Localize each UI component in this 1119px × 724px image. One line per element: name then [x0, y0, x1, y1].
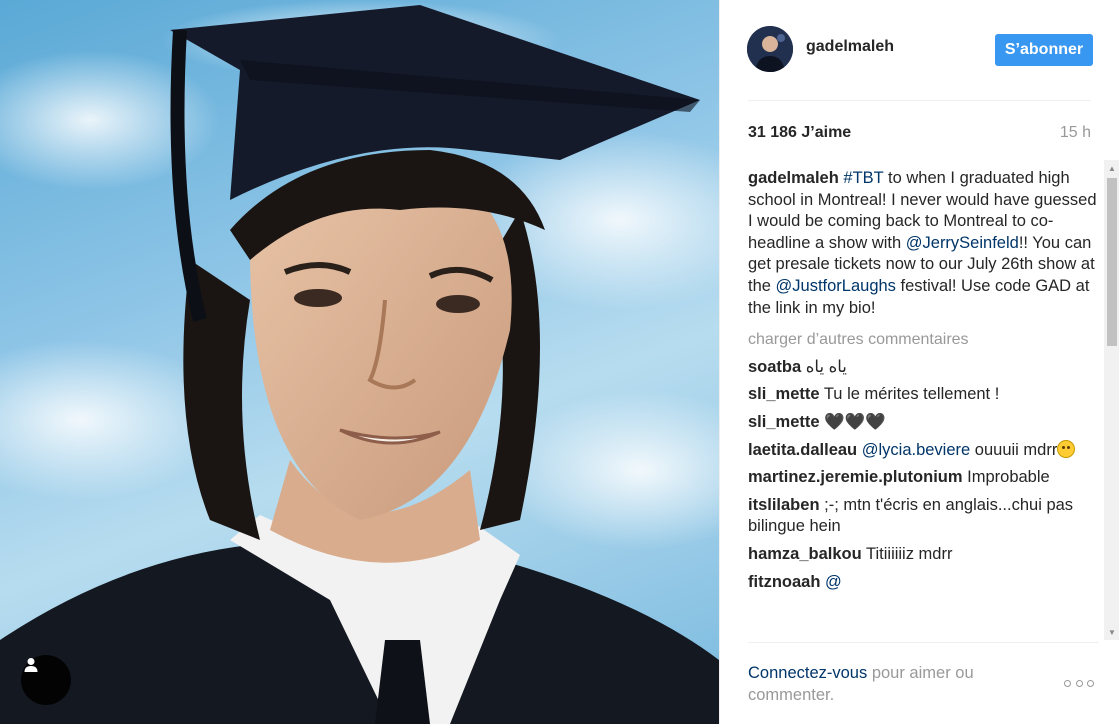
- comment-item: soatba ياه ياه: [748, 357, 1100, 379]
- likes-count[interactable]: 31 186 J’aime: [748, 124, 851, 142]
- comment-text: ouuuii mdrr: [970, 440, 1058, 459]
- scrollbar-thumb[interactable]: [1107, 178, 1117, 346]
- person-icon: [24, 658, 38, 672]
- comment-author[interactable]: laetita.dalleau: [748, 441, 857, 459]
- ellipsis-icon: [1087, 679, 1094, 687]
- comment-author[interactable]: hamza_balkou: [748, 545, 862, 563]
- comment-text: Improbable: [967, 468, 1050, 487]
- comment-author[interactable]: martinez.jeremie.plutonium: [748, 468, 963, 486]
- username[interactable]: gadelmaleh: [806, 38, 894, 56]
- comments-scrollbar[interactable]: ▲ ▼: [1104, 160, 1119, 640]
- profile-photo-icon: [747, 26, 793, 72]
- comment-author[interactable]: itslilaben: [748, 496, 820, 514]
- post-sidebar: gadelmaleh S’abonner 31 186 J’aime 15 h …: [719, 0, 1119, 724]
- more-options-button[interactable]: [1064, 674, 1094, 692]
- mention-link[interactable]: @JustforLaughs: [776, 277, 896, 295]
- login-prompt: Connectez-vous pour aimer ou commenter.: [748, 662, 1028, 706]
- comment-author[interactable]: soatba: [748, 358, 801, 376]
- post-timestamp[interactable]: 15 h: [1060, 124, 1091, 142]
- tagged-users-button[interactable]: [21, 655, 71, 705]
- comment-item: sli_mette 🖤🖤🖤: [748, 412, 1100, 434]
- comment-item: laetita.dalleau @lycia.beviere ouuuii md…: [748, 439, 1100, 462]
- login-link[interactable]: Connectez-vous: [748, 664, 867, 682]
- caption-author[interactable]: gadelmaleh: [748, 169, 839, 187]
- comment-author[interactable]: sli_mette: [748, 413, 820, 431]
- divider: [748, 100, 1091, 101]
- post-photo[interactable]: [0, 0, 719, 724]
- divider: [748, 642, 1099, 643]
- comment-author[interactable]: sli_mette: [748, 385, 820, 403]
- follow-button[interactable]: S’abonner: [995, 34, 1093, 66]
- comment-item: fitznoaah @: [748, 572, 1100, 594]
- ellipsis-icon: [1064, 679, 1071, 687]
- hashtag-link[interactable]: #TBT: [843, 169, 883, 187]
- comment-text: Titiiiiiiz mdrr: [866, 544, 953, 563]
- graduation-portrait-image: [0, 0, 719, 724]
- comment-text: 🖤🖤🖤: [824, 412, 886, 431]
- comments-list: gadelmaleh #TBT to when I graduated high…: [748, 168, 1100, 640]
- scroll-up-icon[interactable]: ▲: [1104, 160, 1119, 176]
- mention-link[interactable]: @lycia.beviere: [862, 441, 970, 459]
- load-more-comments-link[interactable]: charger d’autres commentaires: [748, 329, 1100, 351]
- scroll-down-icon[interactable]: ▼: [1104, 624, 1119, 640]
- comment-item: itslilaben ;-; mtn t'écris en anglais...…: [748, 495, 1100, 538]
- post-header: gadelmaleh S’abonner: [720, 0, 1119, 100]
- comment-text: @: [825, 572, 842, 591]
- comment-item: martinez.jeremie.plutonium Improbable: [748, 467, 1100, 489]
- mention-link[interactable]: @JerrySeinfeld: [906, 234, 1019, 252]
- post-caption: gadelmaleh #TBT to when I graduated high…: [748, 168, 1100, 319]
- comment-text: ياه ياه: [805, 357, 847, 376]
- comment-text: Tu le mérites tellement !: [823, 385, 1000, 404]
- smile-emoji-icon: [1057, 439, 1076, 458]
- ellipsis-icon: [1075, 679, 1083, 687]
- comment-item: sli_mette Tu le mérites tellement !: [748, 384, 1100, 406]
- avatar[interactable]: [747, 26, 793, 72]
- comment-item: hamza_balkou Titiiiiiiz mdrr: [748, 544, 1100, 566]
- comment-author[interactable]: fitznoaah: [748, 573, 820, 591]
